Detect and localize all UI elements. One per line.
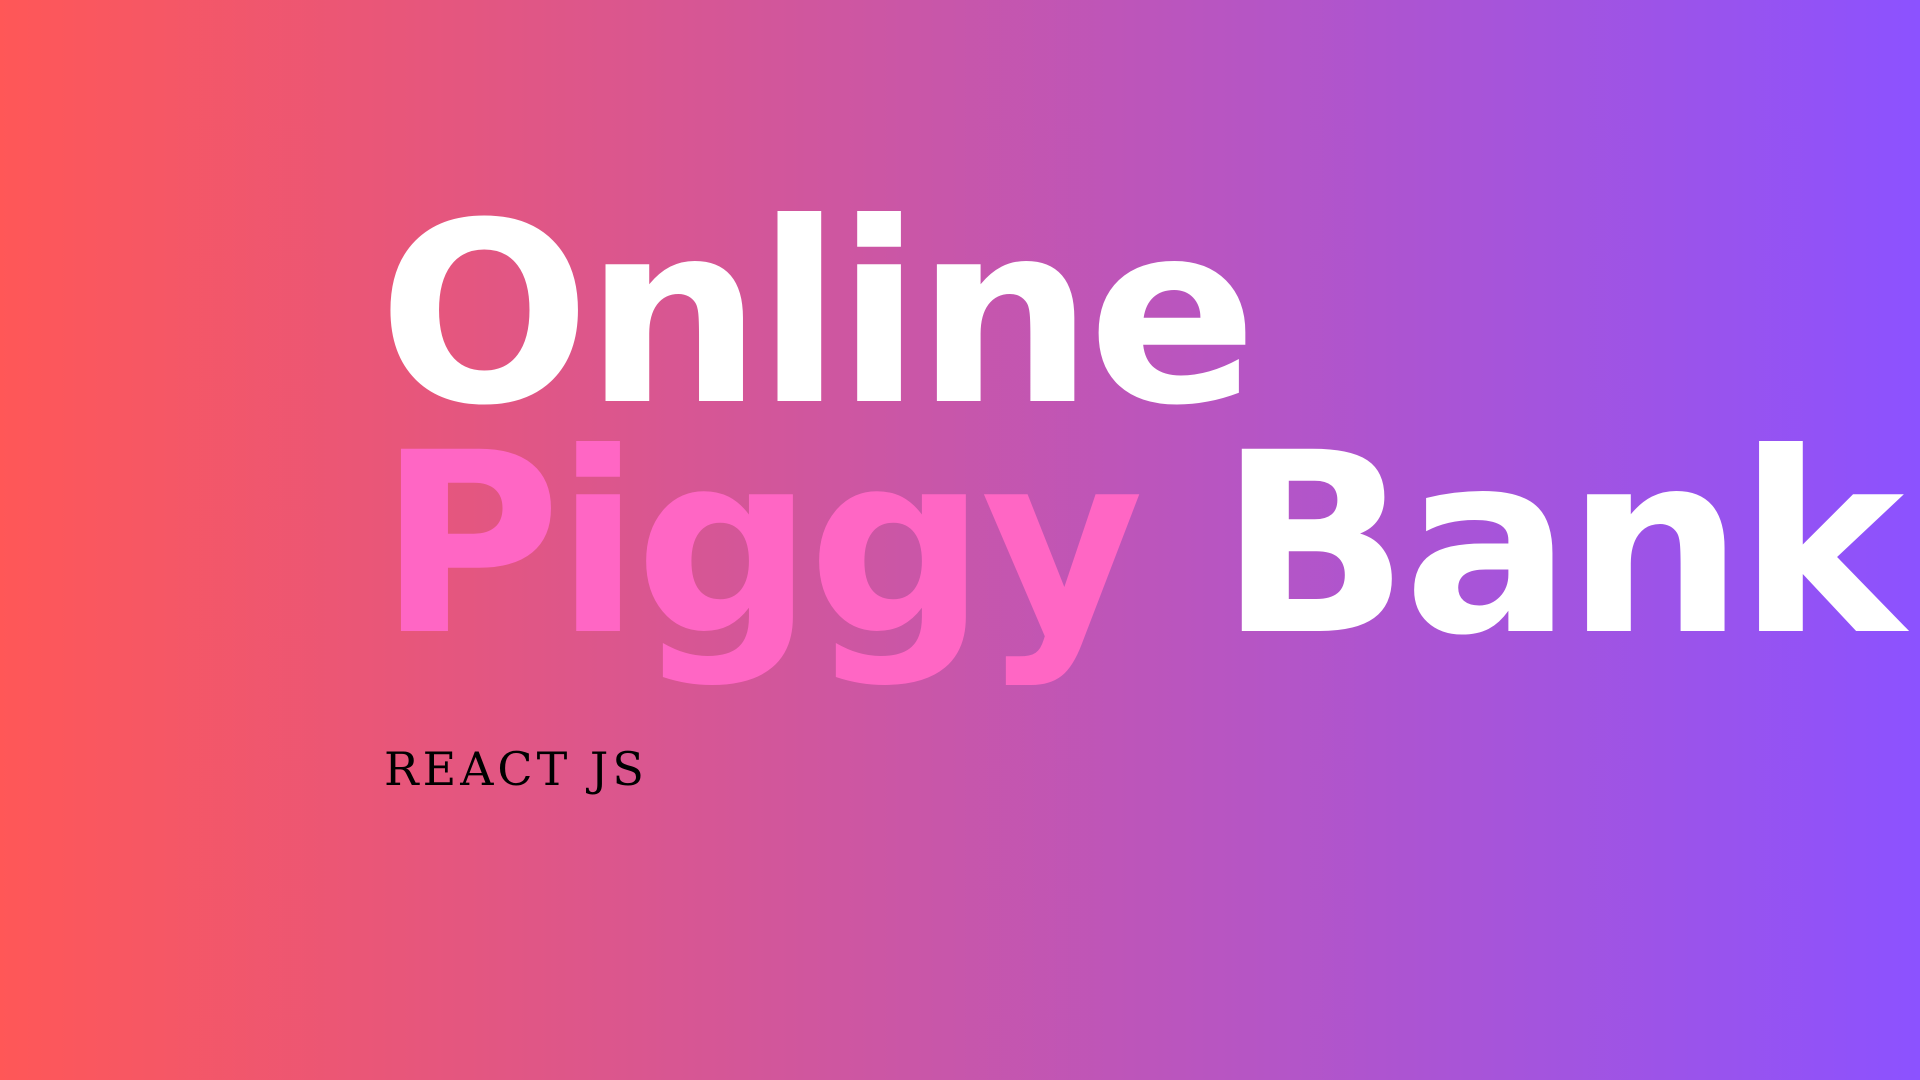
subtitle: REACT JS xyxy=(384,742,648,796)
main-title: Online Piggy Bank xyxy=(378,190,1904,670)
thumbnail-canvas: Online Piggy Bank REACT JS xyxy=(0,0,1920,1080)
title-line-2: Piggy Bank xyxy=(378,420,1904,670)
title-line-1: Online xyxy=(378,190,1898,440)
title-word-piggy: Piggy xyxy=(378,399,1144,690)
title-word-bank: Bank xyxy=(1218,399,1904,690)
